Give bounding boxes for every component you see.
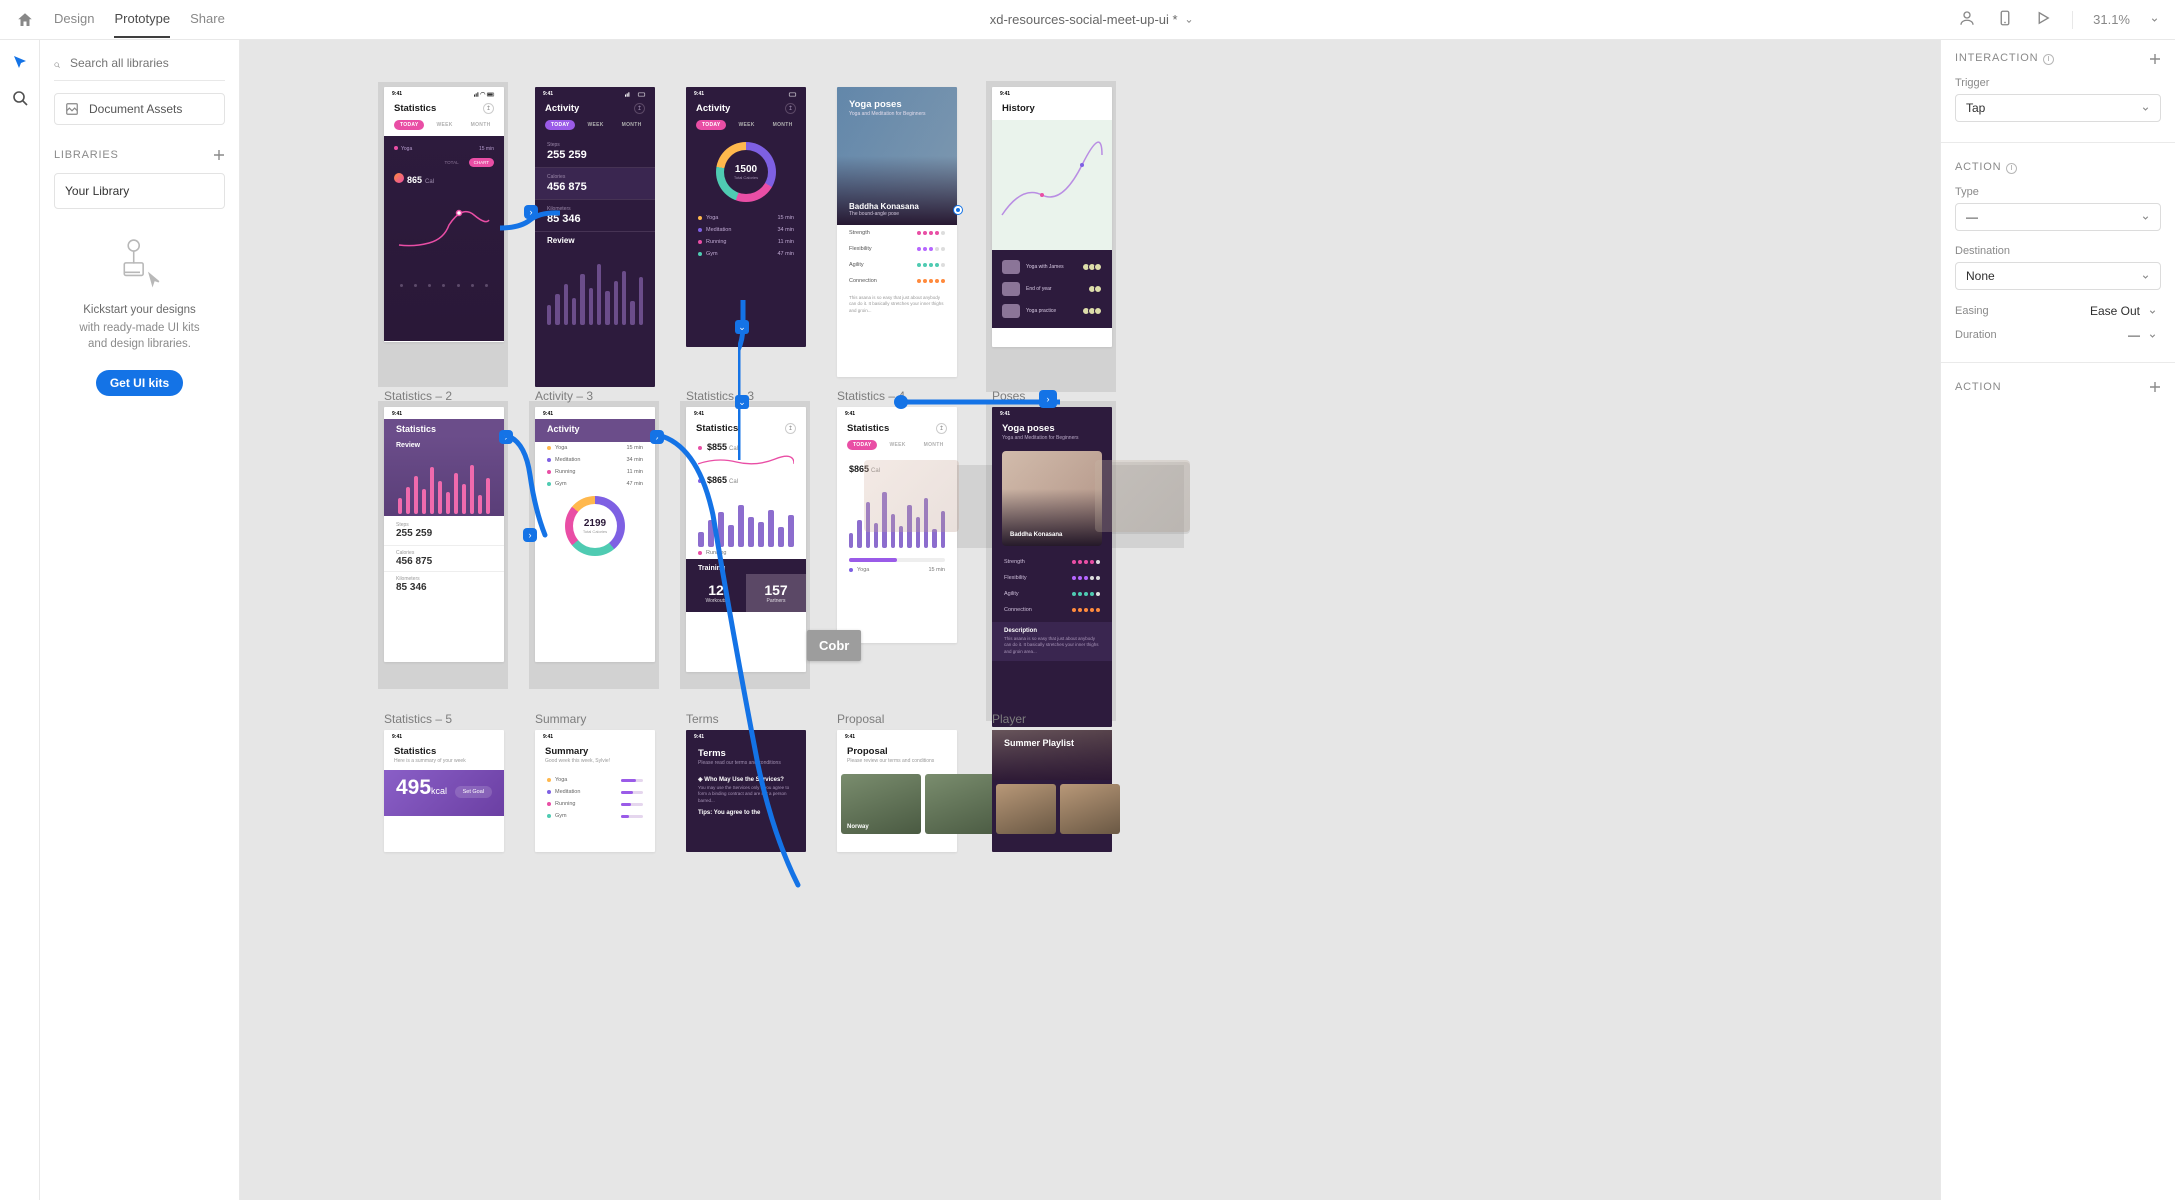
artboard-label[interactable]: Activity – 3 xyxy=(535,389,593,403)
artboard-history[interactable]: 9:41 History Yoga with James End of year… xyxy=(992,87,1112,347)
search-icon xyxy=(54,56,60,70)
libraries-heading: LIBRARIES xyxy=(54,149,119,161)
home-icon[interactable] xyxy=(16,11,34,29)
document-title[interactable]: xd-resources-social-meet-up-ui * xyxy=(225,12,1958,27)
selection-handle[interactable] xyxy=(954,206,962,214)
wire-handle-icon[interactable]: › xyxy=(499,430,513,444)
wire-handle-icon[interactable]: ⌄ xyxy=(735,320,749,334)
user-icon[interactable] xyxy=(1958,9,1976,30)
artboard-activity-2[interactable]: 9:41 Activity TODAYWEEKMONTH 1500Total C… xyxy=(686,87,806,347)
document-assets-icon xyxy=(65,102,79,116)
artboard-label[interactable]: Summary xyxy=(535,712,586,726)
device-preview-icon[interactable] xyxy=(1996,9,2014,30)
wire-handle-arrow-icon[interactable]: › xyxy=(1039,390,1057,408)
destination-label: Destination xyxy=(1955,245,2161,257)
empty-title: Kickstart your designs xyxy=(83,304,196,316)
search-input[interactable] xyxy=(70,56,225,70)
easing-label: Easing xyxy=(1955,305,1989,317)
artboard-player[interactable]: Summer Playlist xyxy=(992,730,1112,852)
artboard-statistics-1[interactable]: 9:41 Statistics TODAYWEEKMONTH Yoga15 mi… xyxy=(384,87,504,342)
artboard-activity-3[interactable]: 9:41 Activity Yoga15 min Meditation34 mi… xyxy=(535,407,655,662)
wire-handle-icon[interactable]: › xyxy=(650,430,664,444)
wire-handle-icon[interactable]: › xyxy=(523,528,537,542)
type-label: Type xyxy=(1955,186,2161,198)
play-icon[interactable] xyxy=(2034,9,2052,30)
action-heading: ACTION xyxy=(1955,161,2001,173)
get-ui-kits-button[interactable]: Get UI kits xyxy=(96,370,183,396)
empty-subtitle: with ready-made UI kitsand design librar… xyxy=(79,320,199,352)
artboard-terms[interactable]: 9:41 Terms Please read our terms and con… xyxy=(686,730,806,852)
artboard-label[interactable]: Proposal xyxy=(837,712,884,726)
duration-label: Duration xyxy=(1955,329,1997,341)
wire-handle-icon[interactable]: › xyxy=(524,205,538,219)
your-library-button[interactable]: Your Library xyxy=(54,173,225,209)
artboard-poses[interactable]: 9:41 Yoga posesYoga and Meditation for B… xyxy=(992,407,1112,727)
wire-handle-icon[interactable]: ⌄ xyxy=(735,395,749,409)
wire-handle-icon[interactable] xyxy=(894,395,908,409)
trigger-select[interactable]: Tap xyxy=(1955,94,2161,122)
duration-select[interactable]: — xyxy=(2128,328,2161,342)
zoom-chevron-icon[interactable] xyxy=(2150,15,2159,24)
add-library-icon[interactable] xyxy=(213,149,225,161)
easing-select[interactable]: Ease Out xyxy=(2090,304,2161,318)
artboard-label[interactable]: Player xyxy=(992,712,1026,726)
artboard-summary[interactable]: 9:41 SummaryGood week this week, Sylvie!… xyxy=(535,730,655,852)
interaction-heading: INTERACTION xyxy=(1955,52,2038,64)
artboard-label[interactable]: Statistics – 2 xyxy=(384,389,452,403)
collaborator-tag: Cobr xyxy=(807,630,861,661)
action-heading-2: ACTION xyxy=(1955,381,2001,393)
add-action-icon[interactable] xyxy=(2149,381,2161,393)
tab-design[interactable]: Design xyxy=(54,1,94,38)
destination-select[interactable]: None xyxy=(1955,262,2161,290)
artboard-label[interactable]: Statistics – 5 xyxy=(384,712,452,726)
tab-share[interactable]: Share xyxy=(190,1,225,38)
artboard-label[interactable]: Terms xyxy=(686,712,719,726)
artboard-label[interactable]: Poses xyxy=(992,389,1025,403)
artboard-proposal[interactable]: 9:41 ProposalPlease review our terms and… xyxy=(837,730,957,852)
info-icon[interactable]: i xyxy=(2043,54,2054,65)
select-tool-icon[interactable] xyxy=(12,54,28,70)
trigger-label: Trigger xyxy=(1955,77,2161,89)
artboard-activity-1[interactable]: 9:41 Activity TODAYWEEKMONTH Steps255 25… xyxy=(535,87,655,387)
document-assets-button[interactable]: Document Assets xyxy=(54,93,225,125)
type-select[interactable]: — xyxy=(1955,203,2161,231)
artboard-statistics-5[interactable]: 9:41 StatisticsHere is a summary of your… xyxy=(384,730,504,852)
add-interaction-icon[interactable] xyxy=(2149,53,2161,65)
artboard-yoga-poses[interactable]: Yoga poses Yoga and Meditation for Begin… xyxy=(837,87,957,377)
artboard-statistics-3[interactable]: 9:41 Statistics $855Cal $865Cal Running … xyxy=(686,407,806,672)
info-icon[interactable]: i xyxy=(2006,163,2017,174)
artboard-statistics-2[interactable]: 9:41 Statistics Review Steps255 259 Calo… xyxy=(384,407,504,662)
zoom-tool-icon[interactable] xyxy=(12,90,28,106)
tab-prototype[interactable]: Prototype xyxy=(114,1,170,38)
canvas[interactable]: 9:41 Statistics TODAYWEEKMONTH Yoga15 mi… xyxy=(240,40,1940,1200)
zoom-value[interactable]: 31.1% xyxy=(2093,12,2130,27)
empty-state-icon xyxy=(100,233,180,288)
